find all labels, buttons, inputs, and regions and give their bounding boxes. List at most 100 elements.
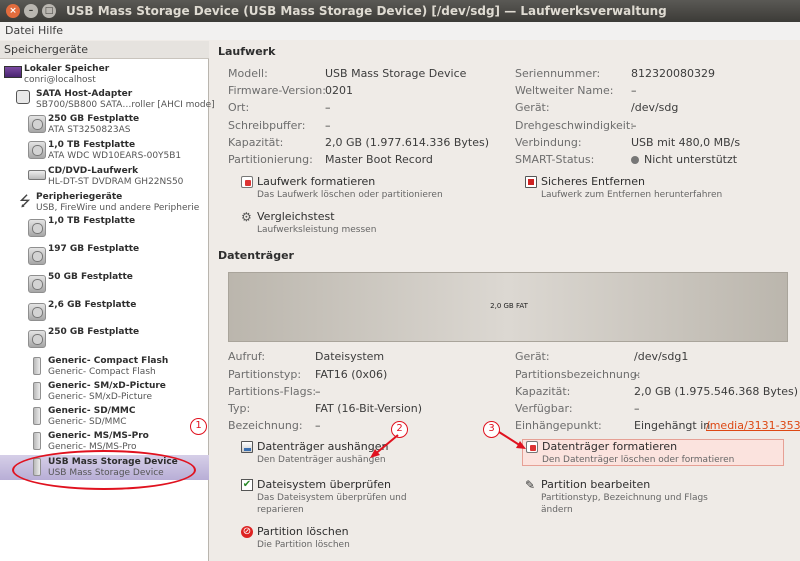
volumes-section-title: Datenträger [218, 249, 294, 262]
mount-prefix: Eingehängt in [634, 419, 711, 432]
tree-item-subtitle: ATA ST3250823AS [48, 125, 131, 135]
field-label: Ort: [228, 101, 250, 114]
field-value: FAT (16-Bit-Version) [315, 402, 423, 415]
window-title: USB Mass Storage Device (USB Mass Storag… [66, 4, 667, 18]
field-label: Partitionsbezeichnung: [515, 368, 641, 381]
close-icon[interactable]: × [6, 4, 20, 18]
field-value: – [634, 402, 640, 415]
safe-remove-icon [525, 176, 537, 188]
format-drive-button[interactable]: Laufwerk formatieren Das Laufwerk lösche… [241, 175, 481, 203]
menu-help[interactable]: Hilfe [38, 24, 63, 37]
benchmark-button[interactable]: ⚙ Vergleichstest Laufwerksleistung messe… [241, 210, 481, 238]
tree-item-title: 250 GB Festplatte [48, 114, 140, 124]
tree-item-subtitle: conri@localhost [24, 75, 96, 85]
tree-item-disk[interactable]: 1,0 TB Festplatte ATA WDC WD10EARS-00Y5B… [28, 139, 208, 166]
volume-label: 2,0 GB FAT [490, 302, 528, 310]
field-value: /dev/sdg [631, 101, 679, 114]
action-title: Dateisystem überprüfen [257, 478, 391, 491]
hard-disk-icon [28, 247, 46, 265]
tree-item-disk[interactable]: 250 GB Festplatte [28, 326, 208, 353]
mount-point-link[interactable]: /media/3131-3531 [706, 419, 800, 432]
action-title: Vergleichstest [257, 210, 335, 223]
field-value: USB Mass Storage Device [325, 67, 467, 80]
check-filesystem-button[interactable]: ✔ Dateisystem überprüfen Das Dateisystem… [241, 478, 481, 518]
hard-disk-icon [28, 275, 46, 293]
action-description: Laufwerksleistung messen [257, 225, 377, 235]
field-value: – [631, 119, 637, 132]
field-label: Partitionierung: [228, 153, 313, 166]
tree-item-disk[interactable]: 1,0 TB Festplatte [28, 215, 208, 242]
tree-item-title: Generic- MS/MS-Pro [48, 431, 149, 441]
edit-partition-button[interactable]: ✎ Partition bearbeiten Partitionstyp, Be… [525, 478, 765, 518]
tree-item-card-reader[interactable]: Generic- SD/MMC Generic- SD/MMC [28, 405, 208, 432]
tree-item-title: 50 GB Festplatte [48, 272, 133, 282]
field-label: Partitions-Flags: [228, 385, 317, 398]
tree-item-disk[interactable]: 197 GB Festplatte [28, 243, 208, 270]
tree-item-subtitle: Generic- SM/xD-Picture [48, 392, 152, 402]
field-value: Dateisystem [315, 350, 385, 363]
tree-item-subtitle: Generic- Compact Flash [48, 367, 156, 377]
action-description: Das Dateisystem überprüfen und [257, 493, 407, 503]
tree-item-subtitle: SB700/SB800 SATA…roller [AHCI mode] [36, 100, 215, 110]
sidebar-header: Speichergeräte [0, 41, 209, 59]
tree-item-local-storage[interactable]: Lokaler Speicher conri@localhost [4, 63, 204, 90]
tree-item-sata-adapter[interactable]: SATA Host-Adapter SB700/SB800 SATA…rolle… [16, 88, 215, 115]
minimize-icon[interactable]: – [24, 4, 38, 18]
action-description: reparieren [257, 505, 304, 515]
safe-removal-button[interactable]: Sicheres Entfernen Laufwerk zum Entferne… [525, 175, 765, 203]
action-title: Partition löschen [257, 525, 349, 538]
tree-item-title: 250 GB Festplatte [48, 327, 140, 337]
menubar: Datei Hilfe [0, 22, 800, 40]
field-value: FAT16 (0x06) [315, 368, 388, 381]
action-description: Partitionstyp, Bezeichnung und Flags [541, 493, 708, 503]
field-label: Kapazität: [515, 385, 571, 398]
window-titlebar: × – □ USB Mass Storage Device (USB Mass … [0, 0, 800, 22]
usb-stick-icon [33, 357, 41, 375]
field-value: – [315, 385, 321, 398]
menu-file[interactable]: Datei [5, 24, 34, 37]
tree-item-title: Lokaler Speicher [24, 64, 110, 74]
field-value: – [631, 84, 637, 97]
tree-item-title: 197 GB Festplatte [48, 244, 140, 254]
delete-partition-button[interactable]: ⊘ Partition löschen Die Partition lösche… [241, 525, 481, 553]
format-drive-icon [241, 176, 253, 188]
tree-item-subtitle: HL-DT-ST DVDRAM GH22NS50 [48, 177, 184, 187]
tree-item-title: Peripheriegeräte [36, 192, 123, 202]
field-value: – [325, 101, 331, 114]
field-value: 0201 [325, 84, 353, 97]
annotation-badge-1: 1 [190, 418, 207, 435]
hard-disk-icon [28, 330, 46, 348]
tree-item-optical-drive[interactable]: CD/DVD-Laufwerk HL-DT-ST DVDRAM GH22NS50 [28, 165, 208, 192]
format-volume-button[interactable]: Datenträger formatieren Den Datenträger … [522, 439, 784, 466]
hard-disk-icon [28, 219, 46, 237]
tree-item-card-reader[interactable]: Generic- Compact Flash Generic- Compact … [28, 355, 208, 382]
field-label: SMART-Status: [515, 153, 595, 166]
tree-item-peripherals[interactable]: ⭍ Peripheriegeräte USB, FireWire und and… [16, 191, 208, 218]
usb-stick-icon [33, 407, 41, 425]
optical-drive-icon [28, 170, 46, 180]
field-value: /dev/sdg1 [634, 350, 689, 363]
annotation-arrow-2 [370, 434, 399, 458]
usb-stick-icon [33, 432, 41, 450]
drive-section-title: Laufwerk [218, 45, 276, 58]
annotation-ellipse-1 [12, 450, 196, 490]
field-label: Verfügbar: [515, 402, 573, 415]
tree-item-disk[interactable]: 50 GB Festplatte [28, 271, 208, 298]
volume-map[interactable]: 2,0 GB FAT [228, 272, 788, 342]
maximize-icon[interactable]: □ [42, 4, 56, 18]
tree-item-title: 1,0 TB Festplatte [48, 140, 136, 150]
storage-device-tree[interactable]: Speichergeräte Lokaler Speicher conri@lo… [0, 41, 215, 561]
field-value: 812320080329 [631, 67, 715, 80]
usb-icon: ⭍ [19, 194, 31, 210]
action-title: Laufwerk formatieren [257, 175, 376, 188]
field-label: Gerät: [515, 101, 550, 114]
tree-item-title: 1,0 TB Festplatte [48, 216, 136, 226]
tree-item-disk[interactable]: 2,6 GB Festplatte [28, 299, 208, 326]
field-value: – [315, 419, 321, 432]
field-value: – [634, 368, 640, 381]
action-title: Datenträger formatieren [542, 440, 678, 453]
field-value: 2,0 GB (1.975.546.368 Bytes) [634, 385, 798, 398]
tree-item-disk[interactable]: 250 GB Festplatte ATA ST3250823AS [28, 113, 208, 140]
benchmark-icon: ⚙ [241, 210, 252, 224]
tree-item-card-reader[interactable]: Generic- SM/xD-Picture Generic- SM/xD-Pi… [28, 380, 208, 407]
